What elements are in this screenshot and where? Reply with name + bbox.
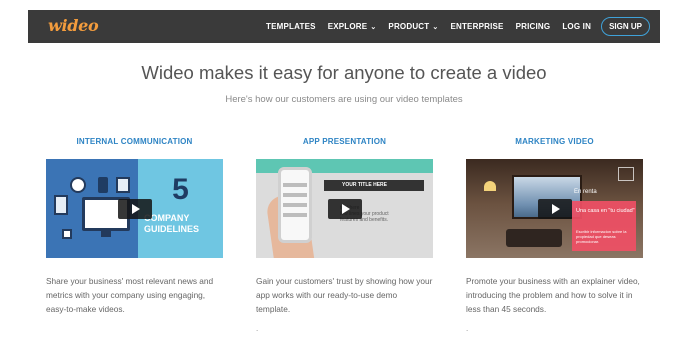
nav-explore-label: EXPLORE — [327, 22, 368, 31]
nav-enterprise-link[interactable]: ENTERPRISE — [444, 22, 509, 31]
sign-up-button[interactable]: SIGN UP — [601, 17, 650, 36]
nav-enterprise-label: ENTERPRISE — [450, 22, 504, 31]
house-icon — [618, 167, 634, 181]
thumbnail-label-line1: COMPANY — [144, 213, 190, 223]
promo-box-title: Una casa en "tu ciudad" — [576, 208, 635, 214]
thumbnail-label: COMPANY GUIDELINES — [144, 213, 199, 235]
card-description: Share your business' most relevant news … — [46, 276, 214, 314]
hero-title: Wideo makes it easy for anyone to create… — [141, 62, 547, 83]
card-description: Gain your customers' trust by showing ho… — [256, 276, 433, 314]
video-thumbnail[interactable]: En renta Una casa en "tu ciudad" Escribi… — [466, 159, 643, 258]
chevron-down-icon: ⌄ — [432, 23, 439, 31]
phone-screen-row — [283, 193, 307, 197]
nav-login-label: LOG IN — [562, 22, 592, 31]
nav-login-link[interactable]: LOG IN — [556, 22, 597, 31]
video-thumbnail[interactable]: 5 COMPANY GUIDELINES — [46, 159, 223, 258]
chevron-down-icon: ⌄ — [370, 23, 377, 31]
phone-icon — [98, 177, 108, 193]
video-thumbnail[interactable]: YOUR TITLE HERE text here few lines your… — [256, 159, 433, 258]
thumbnail-label-line2: GUIDELINES — [144, 224, 200, 234]
lamp-icon — [484, 181, 496, 191]
card-title[interactable]: INTERNAL COMMUNICATION — [46, 137, 223, 151]
play-button[interactable] — [117, 198, 152, 219]
nav-pricing-link[interactable]: PRICING — [510, 22, 557, 31]
couch-shape — [506, 229, 562, 247]
card-title[interactable]: MARKETING VIDEO — [466, 137, 643, 151]
phone-screen-row — [283, 183, 307, 187]
template-card-marketing-video: MARKETING VIDEO En renta Una casa en "tu… — [466, 137, 643, 333]
template-card-app-presentation: APP PRESENTATION YOUR TITLE HERE text he… — [256, 137, 433, 333]
nav-templates-link[interactable]: TEMPLATES — [260, 22, 322, 31]
nav-explore-dropdown[interactable]: EXPLORE ⌄ — [322, 22, 383, 31]
title-bar-text: YOUR TITLE HERE — [342, 182, 388, 188]
rent-label: En renta — [574, 189, 597, 195]
play-button[interactable] — [537, 198, 572, 219]
clipboard-icon — [54, 195, 68, 215]
card-description: Promote your business with an explainer … — [466, 276, 640, 314]
nav-links: TEMPLATES EXPLORE ⌄ PRODUCT ⌄ ENTERPRISE P… — [260, 10, 650, 43]
phone-screen-row — [283, 203, 307, 207]
hero-subtitle: Here's how our customers are using our v… — [225, 94, 463, 105]
nav-product-dropdown[interactable]: PRODUCT ⌄ — [382, 22, 444, 31]
nav-pricing-label: PRICING — [515, 22, 551, 31]
top-navigation: wideo TEMPLATES EXPLORE ⌄ PRODUCT ⌄ ENTERP… — [0, 0, 688, 43]
wideo-logo[interactable]: wideo — [48, 16, 99, 35]
monitor-stand — [101, 231, 111, 237]
nav-product-label: PRODUCT — [388, 22, 430, 31]
template-card-internal-communication: INTERNAL COMMUNICATION 5 COMPANY GUIDELI… — [46, 137, 223, 316]
clock-icon — [70, 177, 86, 193]
play-button[interactable] — [327, 198, 362, 219]
nav-bar: wideo TEMPLATES EXPLORE ⌄ PRODUCT ⌄ ENTERP… — [28, 10, 660, 43]
cup-icon — [62, 229, 72, 239]
card-footer-dot: . — [256, 324, 259, 333]
phone-screen-row — [283, 213, 307, 217]
card-footer-dot: . — [466, 324, 469, 333]
card-title[interactable]: APP PRESENTATION — [256, 137, 433, 151]
notepad-icon — [116, 177, 130, 193]
nav-templates-label: TEMPLATES — [266, 22, 316, 31]
promo-box-text: Escribir informacion sobre la propiedad … — [576, 229, 627, 244]
